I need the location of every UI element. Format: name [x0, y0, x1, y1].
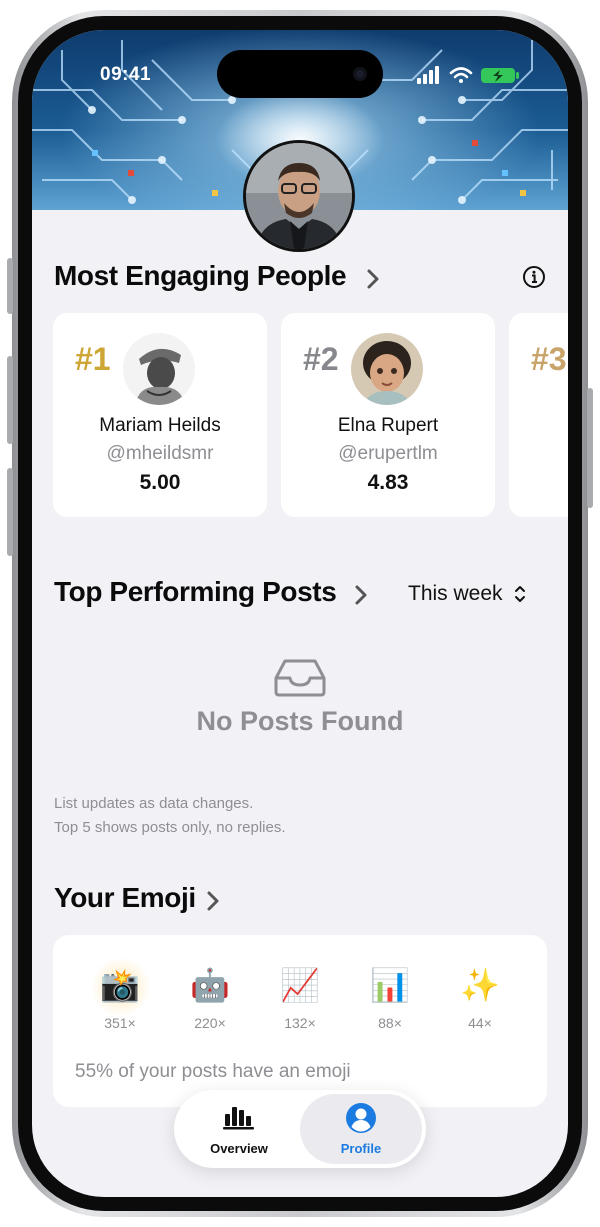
profile-avatar[interactable] — [243, 140, 355, 252]
tab-label: Overview — [210, 1141, 268, 1156]
rank-label: #2 — [303, 341, 339, 377]
screen: 09:41 Most Engaging People #1 Mariam Hei… — [32, 30, 568, 1197]
person-handle: @erupertlm — [338, 443, 438, 464]
chevron-right-icon[interactable] — [354, 584, 368, 606]
tab-label: Profile — [340, 1141, 382, 1156]
tab-overview[interactable]: Overview — [178, 1094, 300, 1164]
chevron-right-icon[interactable] — [366, 268, 380, 290]
emoji-usage-stat: 55% of your posts have an emoji — [75, 1061, 351, 1082]
person-score: 4.83 — [367, 471, 409, 494]
chevron-right-icon[interactable] — [206, 890, 220, 912]
emoji-count: 220× — [194, 1015, 226, 1031]
emoji-item: 📸 351× — [75, 957, 165, 1031]
posts-footnote: Top 5 shows posts only, no replies. — [54, 819, 286, 836]
emoji-count: 44× — [468, 1015, 492, 1031]
person-handle: @mheildsmr — [106, 443, 214, 464]
emoji-card[interactable]: 📸 351× 🤖 220× 📈 132× 📊 88× ✨ 44× 55% of … — [53, 935, 547, 1107]
engaging-people-title[interactable]: Most Engaging People — [54, 260, 347, 292]
bar-chart-emoji: 📊 — [370, 966, 410, 1004]
dynamic-island — [217, 50, 383, 98]
camera-with-flash-emoji: 📸 — [100, 966, 140, 1004]
power-button — [587, 388, 593, 508]
wifi-icon — [449, 67, 473, 83]
sparkles-emoji: ✨ — [460, 966, 500, 1004]
emoji-item: 📊 88× — [345, 957, 435, 1031]
time-filter-select[interactable]: This week — [408, 582, 503, 606]
emoji-count: 132× — [284, 1015, 316, 1031]
tab-profile[interactable]: Profile — [300, 1094, 422, 1164]
robot-emoji: 🤖 — [190, 966, 230, 1004]
volume-up-button — [7, 356, 13, 444]
posts-footnote: List updates as data changes. — [54, 795, 254, 812]
status-bar: 09:41 — [32, 30, 568, 100]
chart-increasing-emoji: 📈 — [280, 966, 320, 1004]
cellular-signal-icon — [417, 66, 439, 84]
emoji-count: 88× — [378, 1015, 402, 1031]
your-emoji-title[interactable]: Your Emoji — [54, 882, 196, 914]
person-card[interactable]: #2 Elna Rupert @erupertlm 4.83 — [281, 313, 495, 517]
emoji-item: ✨ 44× — [435, 957, 525, 1031]
chevron-up-down-icon[interactable] — [513, 583, 527, 605]
emoji-item: 🤖 220× — [165, 957, 255, 1031]
person-name: Mariam Heilds — [99, 415, 221, 436]
inbox-tray-icon — [274, 659, 326, 697]
info-icon[interactable] — [522, 265, 546, 289]
empty-state-title: No Posts Found — [196, 706, 404, 736]
tab-bar: Overview Profile — [174, 1090, 426, 1168]
avatar — [351, 333, 423, 405]
emoji-count: 351× — [104, 1015, 136, 1031]
status-icons — [417, 66, 519, 84]
bar-chart-icon — [223, 1107, 254, 1130]
rank-label: #3 — [531, 341, 567, 377]
person-card[interactable]: #3 — [509, 313, 568, 517]
top-posts-title[interactable]: Top Performing Posts — [54, 576, 337, 608]
emoji-item: 📈 132× — [255, 957, 345, 1031]
person-card[interactable]: #1 Mariam Heilds @mheildsmr 5.00 — [53, 313, 267, 517]
avatar — [123, 333, 195, 405]
person-circle-icon — [346, 1103, 376, 1133]
volume-down-button — [7, 468, 13, 556]
rank-label: #1 — [75, 341, 111, 377]
person-name: Elna Rupert — [337, 415, 439, 436]
status-time: 09:41 — [100, 64, 152, 85]
camera-icon — [353, 67, 367, 81]
action-button — [7, 258, 13, 314]
battery-charging-icon — [481, 68, 519, 83]
person-score: 5.00 — [139, 471, 181, 494]
